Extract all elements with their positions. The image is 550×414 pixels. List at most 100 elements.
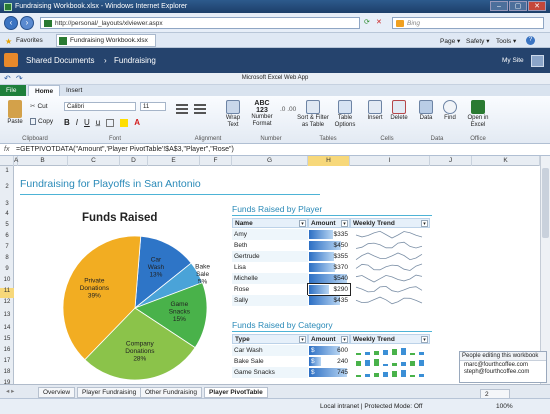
underline-button[interactable]: U [84, 118, 90, 127]
breadcrumb-root[interactable]: Shared Documents [26, 56, 94, 65]
row-header-9[interactable]: 9 [0, 266, 14, 272]
player-row-amount[interactable]: $355 [308, 251, 350, 262]
col-header-f[interactable]: F [200, 156, 232, 166]
formula-input[interactable]: =GETPIVOTDATA("Amount",'Player PivotTabl… [16, 144, 536, 155]
tools-menu[interactable]: Tools ▾ [496, 37, 516, 45]
borders-icon[interactable] [106, 118, 115, 127]
row-header-8[interactable]: 8 [0, 255, 14, 261]
delete-cells-button[interactable]: Delete [388, 100, 410, 122]
category-row-name[interactable]: Bake Sale [232, 356, 308, 367]
player-row-name[interactable]: Beth [232, 240, 308, 251]
row-header-2[interactable]: 2 [0, 184, 14, 190]
bold-button[interactable]: B [64, 118, 70, 127]
browser-tab[interactable]: Fundraising Workbook.xlsx [56, 34, 156, 47]
font-name-select[interactable]: Calibri [64, 102, 136, 111]
cut-button[interactable]: ✂ Cut [30, 102, 48, 111]
category-row-name[interactable]: Car Wash [232, 345, 308, 356]
row-header-18[interactable]: 18 [0, 369, 14, 375]
search-input[interactable]: Bing [392, 17, 544, 29]
sort-filter-button[interactable]: Sort & Filter as Table [296, 100, 330, 129]
row-header-5[interactable]: 5 [0, 222, 14, 228]
row-header-17[interactable]: 17 [0, 358, 14, 364]
wrap-text-button[interactable]: Wrap Text [222, 100, 244, 129]
col-header-g[interactable]: G [232, 156, 308, 166]
player-row-amount[interactable]: $335 [308, 229, 350, 240]
sheet-tab-player-fundraising[interactable]: Player Fundraising [77, 387, 142, 398]
redo-icon[interactable]: ↷ [16, 73, 23, 84]
back-button[interactable]: ‹ [4, 16, 18, 30]
player-row-amount[interactable]: $370 [308, 262, 350, 273]
row-header-13[interactable]: 13 [0, 312, 14, 318]
row-header-6[interactable]: 6 [0, 233, 14, 239]
row-header-4[interactable]: 4 [0, 211, 14, 217]
tab-insert[interactable]: Insert [60, 85, 88, 96]
col-header-j[interactable]: J [430, 156, 472, 166]
player-row-amount[interactable]: $540 [308, 273, 350, 284]
sheet-tab-player-pivottable[interactable]: Player PivotTable [204, 387, 268, 398]
col-header-c[interactable]: C [68, 156, 120, 166]
stop-icon[interactable]: ✕ [376, 18, 382, 26]
sheet-tab-overview[interactable]: Overview [38, 387, 76, 398]
refresh-icon[interactable]: ⟳ [364, 18, 370, 26]
header-category-amount[interactable]: Amount ▾ [308, 334, 350, 344]
minimize-button[interactable]: – [490, 1, 508, 11]
table-options-button[interactable]: Table Options [332, 100, 358, 129]
maximize-button[interactable]: ▢ [509, 1, 527, 11]
underline-style-icon[interactable]: u̲ [96, 118, 100, 127]
row-header-14[interactable]: 14 [0, 325, 14, 331]
col-header-d[interactable]: D [120, 156, 148, 166]
tab-file[interactable]: File [0, 85, 26, 96]
header-category-trend[interactable]: Weekly Trend ▾ [350, 334, 430, 344]
sheet-nav-icons[interactable]: ◂ ▸ [2, 387, 18, 398]
header-type[interactable]: Type ▾ [232, 334, 308, 344]
number-format-button[interactable]: ABC 123 Number Format [248, 100, 276, 128]
row-header-10[interactable]: 10 [0, 277, 14, 283]
copy-button[interactable]: Copy [30, 118, 53, 125]
close-window-button[interactable]: ✕ [528, 1, 546, 11]
mysite-link[interactable]: My Site [502, 57, 524, 64]
category-row-amount[interactable]: 745 $ [308, 367, 350, 378]
category-row-amount[interactable]: 600 $ [308, 345, 350, 356]
forward-button[interactable]: › [20, 16, 34, 30]
alignment-buttons[interactable] [176, 102, 222, 132]
category-row-name[interactable]: Game Snacks [232, 367, 308, 378]
scrollbar-thumb[interactable] [542, 168, 549, 238]
safety-menu[interactable]: Safety ▾ [466, 37, 490, 45]
player-row-name[interactable]: Lisa [232, 262, 308, 273]
col-header-b[interactable]: B [18, 156, 68, 166]
col-header-e[interactable]: E [148, 156, 200, 166]
decimal-buttons[interactable]: .0 .00 [280, 106, 296, 113]
category-row-amount[interactable]: 240 $ [308, 356, 350, 367]
people-editing-status[interactable]: ● 2 people editing [476, 387, 510, 414]
row-header-16[interactable]: 16 [0, 347, 14, 353]
player-row-name[interactable]: Gertrude [232, 251, 308, 262]
data-button[interactable]: Data [416, 100, 436, 122]
player-row-amount[interactable]: $450 [308, 240, 350, 251]
italic-button[interactable]: I [76, 118, 78, 127]
fill-color-icon[interactable] [120, 118, 129, 127]
header-weekly-trend[interactable]: Weekly Trend ▾ [350, 218, 430, 228]
row-header-1[interactable]: 1 [0, 168, 14, 174]
player-row-amount[interactable]: $290 [307, 283, 351, 296]
col-header-h[interactable]: H [308, 156, 350, 166]
col-header-i[interactable]: I [350, 156, 430, 166]
find-button[interactable]: Find [440, 100, 460, 122]
font-color-icon[interactable]: A [134, 118, 140, 127]
open-in-excel-button[interactable]: Open in Excel [466, 100, 490, 129]
address-input[interactable]: http://personal/_layouts/xlviewer.aspx [40, 17, 360, 29]
player-row-name[interactable]: Michelle [232, 273, 308, 284]
row-header-3[interactable]: 3 [0, 201, 14, 207]
zoom-level[interactable]: 100% [496, 399, 513, 414]
player-row-amount[interactable]: $435 [308, 295, 350, 306]
page-menu[interactable]: Page ▾ [440, 37, 460, 45]
row-header-7[interactable]: 7 [0, 244, 14, 250]
insert-cells-button[interactable]: Insert [364, 100, 386, 122]
player-row-name[interactable]: Rose [232, 284, 308, 295]
row-header-15[interactable]: 15 [0, 336, 14, 342]
player-row-name[interactable]: Amy [232, 229, 308, 240]
header-name[interactable]: Name ▾ [232, 218, 308, 228]
sheet-tab-other-fundraising[interactable]: Other Fundraising [140, 387, 203, 398]
player-row-name[interactable]: Sally [232, 295, 308, 306]
pie-chart[interactable]: Funds Raised Car Wash 13% Bake Sale 5% Game Sna… [60, 206, 210, 390]
row-header-12[interactable]: 12 [0, 299, 14, 305]
